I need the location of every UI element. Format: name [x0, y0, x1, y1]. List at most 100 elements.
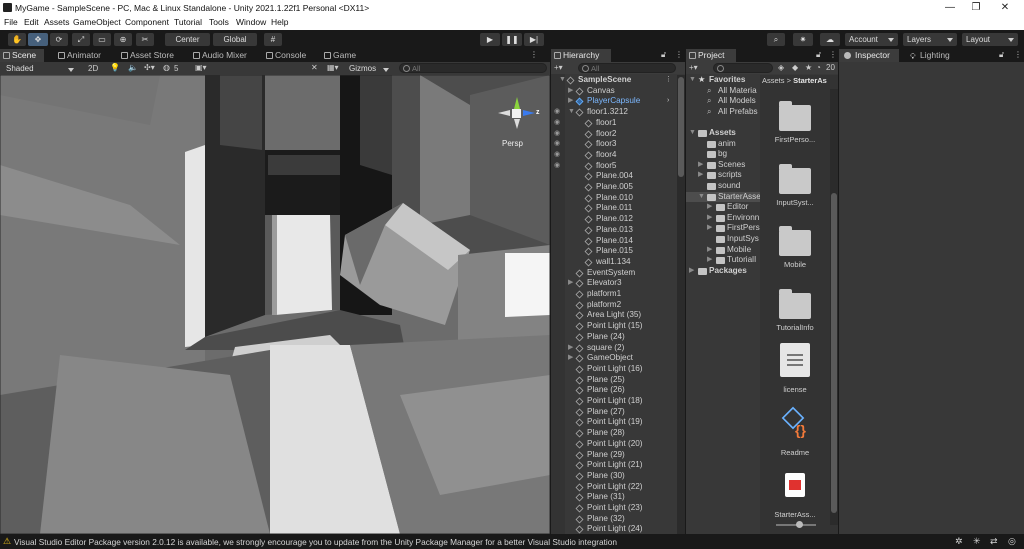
pivot-center-button[interactable]: Center — [165, 33, 210, 46]
hierarchy-item[interactable]: Point Light (16) — [551, 364, 677, 375]
visibility-eye-icon[interactable]: ◉ — [554, 161, 560, 172]
hierarchy-item[interactable]: Point Light (20) — [551, 439, 677, 450]
hierarchy-item[interactable]: platform2 — [551, 300, 677, 311]
project-tree-item[interactable]: ▶ FirstPers — [686, 223, 760, 234]
visibility-eye-icon[interactable]: ◉ — [554, 139, 560, 150]
hidden-objects-icon[interactable]: ◍ — [163, 63, 170, 72]
menu-window[interactable]: Window — [236, 17, 266, 27]
project-tree-item[interactable]: sound — [686, 181, 760, 192]
sync-icon[interactable]: ⇄ — [990, 536, 998, 547]
custom-tool-button[interactable]: ✂ — [136, 33, 154, 46]
perspective-label[interactable]: Persp — [502, 139, 523, 148]
project-menu-icon[interactable]: ⋮ — [829, 50, 837, 59]
transform-tool-button[interactable]: ⊕ — [114, 33, 132, 46]
hierarchy-item[interactable]: Plane (27) — [551, 407, 677, 418]
tab-audio-mixer[interactable]: Audio Mixer — [190, 49, 247, 62]
search-icon[interactable]: ⌕ — [767, 33, 785, 46]
asset-scrollbar[interactable] — [830, 89, 838, 525]
menu-tutorial[interactable]: Tutorial — [174, 17, 202, 27]
scene-orientation-gizmo[interactable]: z Persp — [498, 97, 543, 148]
expand-arrow-icon[interactable]: ▶ — [568, 86, 573, 97]
project-tree-item[interactable]: ▶ Editor — [686, 202, 760, 213]
hierarchy-item[interactable]: wall1.134 — [551, 257, 677, 268]
hierarchy-item[interactable]: Plane (25) — [551, 375, 677, 386]
hierarchy-item[interactable]: ◉ floor4 — [551, 150, 677, 161]
layout-dropdown[interactable]: Layout — [962, 33, 1018, 46]
expand-arrow-icon[interactable]: ▶ — [707, 223, 712, 234]
project-tree-item[interactable]: ⌕ All Models — [686, 96, 760, 107]
hierarchy-item[interactable]: Point Light (22) — [551, 482, 677, 493]
hierarchy-item[interactable]: Plane.010 — [551, 193, 677, 204]
hand-tool-button[interactable]: ✋ — [8, 33, 26, 46]
hierarchy-item[interactable]: Plane (30) — [551, 471, 677, 482]
layers-dropdown[interactable]: Layers — [903, 33, 957, 46]
hierarchy-item[interactable]: ◉ floor3 — [551, 139, 677, 150]
inspector-menu-icon[interactable]: ⋮ — [1014, 50, 1022, 59]
menu-assets[interactable]: Assets — [44, 17, 70, 27]
visibility-eye-icon[interactable]: ◉ — [554, 118, 560, 129]
inspector-lock-icon[interactable]: 🔓︎ — [999, 50, 1004, 60]
hierarchy-item[interactable]: ◉ floor2 — [551, 129, 677, 140]
expand-arrow-icon[interactable]: ▶ — [698, 160, 703, 171]
open-prefab-arrow-icon[interactable]: › — [667, 96, 669, 107]
collab-icon[interactable]: ✷ — [793, 33, 813, 46]
tab-hierarchy[interactable]: Hierarchy — [551, 49, 611, 62]
collapse-arrow-icon[interactable]: ▼ — [559, 75, 566, 86]
effects-dropdown-icon[interactable]: ✣▾ — [144, 63, 155, 72]
menu-edit[interactable]: Edit — [24, 17, 39, 27]
hierarchy-item[interactable]: Plane.011 — [551, 203, 677, 214]
tab-lighting[interactable]: 💡︎ Lighting — [906, 49, 966, 62]
camera-settings-icon[interactable]: ▣▾ — [195, 63, 207, 72]
rect-tool-button[interactable]: ▭ — [93, 33, 111, 46]
zoom-slider[interactable] — [776, 521, 816, 528]
filter-label-icon[interactable]: ◆ — [792, 63, 798, 72]
hierarchy-scrollbar[interactable] — [677, 75, 685, 534]
hierarchy-item[interactable]: Plane.013 — [551, 225, 677, 236]
hierarchy-item[interactable]: ▶ square (2) — [551, 343, 677, 354]
hierarchy-item[interactable]: Plane.005 — [551, 182, 677, 193]
asset-item[interactable]: license — [760, 339, 830, 402]
gizmo-neg-y-axis[interactable] — [514, 119, 520, 129]
tab-menu-icon[interactable]: ⋮ — [530, 50, 538, 59]
asset-item[interactable]: InputSyst... — [760, 152, 830, 215]
menu-help[interactable]: Help — [271, 17, 288, 27]
project-tree-item[interactable]: anim — [686, 139, 760, 150]
account-dropdown[interactable]: Account — [845, 33, 898, 46]
hierarchy-item[interactable]: EventSystem — [551, 268, 677, 279]
project-tree-item[interactable]: bg — [686, 149, 760, 160]
scene-root-row[interactable]: ▼ SampleScene ⋮ — [551, 75, 677, 86]
visibility-eye-icon[interactable]: ◉ — [554, 107, 560, 118]
asset-item[interactable]: {} Readme — [760, 402, 830, 465]
hierarchy-scroll-thumb[interactable] — [678, 77, 684, 177]
expand-arrow-icon[interactable]: ▶ — [568, 343, 573, 354]
expand-arrow-icon[interactable]: ▶ — [568, 353, 573, 364]
close-button[interactable]: ✕ — [990, 0, 1020, 16]
project-tree-item[interactable]: ⌕ All Materia — [686, 86, 760, 97]
expand-arrow-icon[interactable]: ▶ — [707, 255, 712, 266]
project-tree-item[interactable]: ▶ Packages — [686, 266, 760, 277]
collapse-arrow-icon[interactable]: ▼ — [698, 192, 705, 203]
hierarchy-item[interactable]: Plane (32) — [551, 514, 677, 525]
project-lock-icon[interactable]: 🔓︎ — [816, 50, 821, 60]
hierarchy-item[interactable]: Area Light (35) — [551, 310, 677, 321]
tab-console[interactable]: Console — [263, 49, 306, 62]
breadcrumb-assets[interactable]: Assets — [762, 76, 785, 85]
draw-mode-icon[interactable]: ▦▾ — [327, 63, 339, 72]
asset-item[interactable]: StarterAss... — [760, 464, 830, 527]
hierarchy-item[interactable]: Point Light (15) — [551, 321, 677, 332]
shading-mode-dropdown[interactable]: Shaded — [2, 63, 78, 74]
hidden-packages-icon[interactable]: ◔ — [816, 63, 821, 72]
project-tree-item[interactable]: ▶ TutorialI — [686, 255, 760, 266]
project-tree-item[interactable]: ▼ StarterAsse — [686, 191, 760, 203]
hierarchy-item[interactable]: ◉ floor1 — [551, 118, 677, 129]
project-search-input[interactable] — [713, 63, 773, 73]
hierarchy-item[interactable]: ◉ ▼ floor1.3212 — [551, 107, 677, 118]
hierarchy-item[interactable]: Plane.015 — [551, 246, 677, 257]
tab-project[interactable]: Project — [686, 49, 736, 62]
hierarchy-item[interactable]: ▶ Elevator3 — [551, 278, 677, 289]
collapse-arrow-icon[interactable]: ▼ — [568, 107, 575, 118]
favorite-star-icon[interactable]: ★ — [805, 63, 812, 72]
hierarchy-item[interactable]: ▶ PlayerCapsule › — [551, 96, 677, 107]
scene-menu-icon[interactable]: ⋮ — [665, 75, 672, 86]
project-tree-item[interactable]: ▶ Environn — [686, 213, 760, 224]
